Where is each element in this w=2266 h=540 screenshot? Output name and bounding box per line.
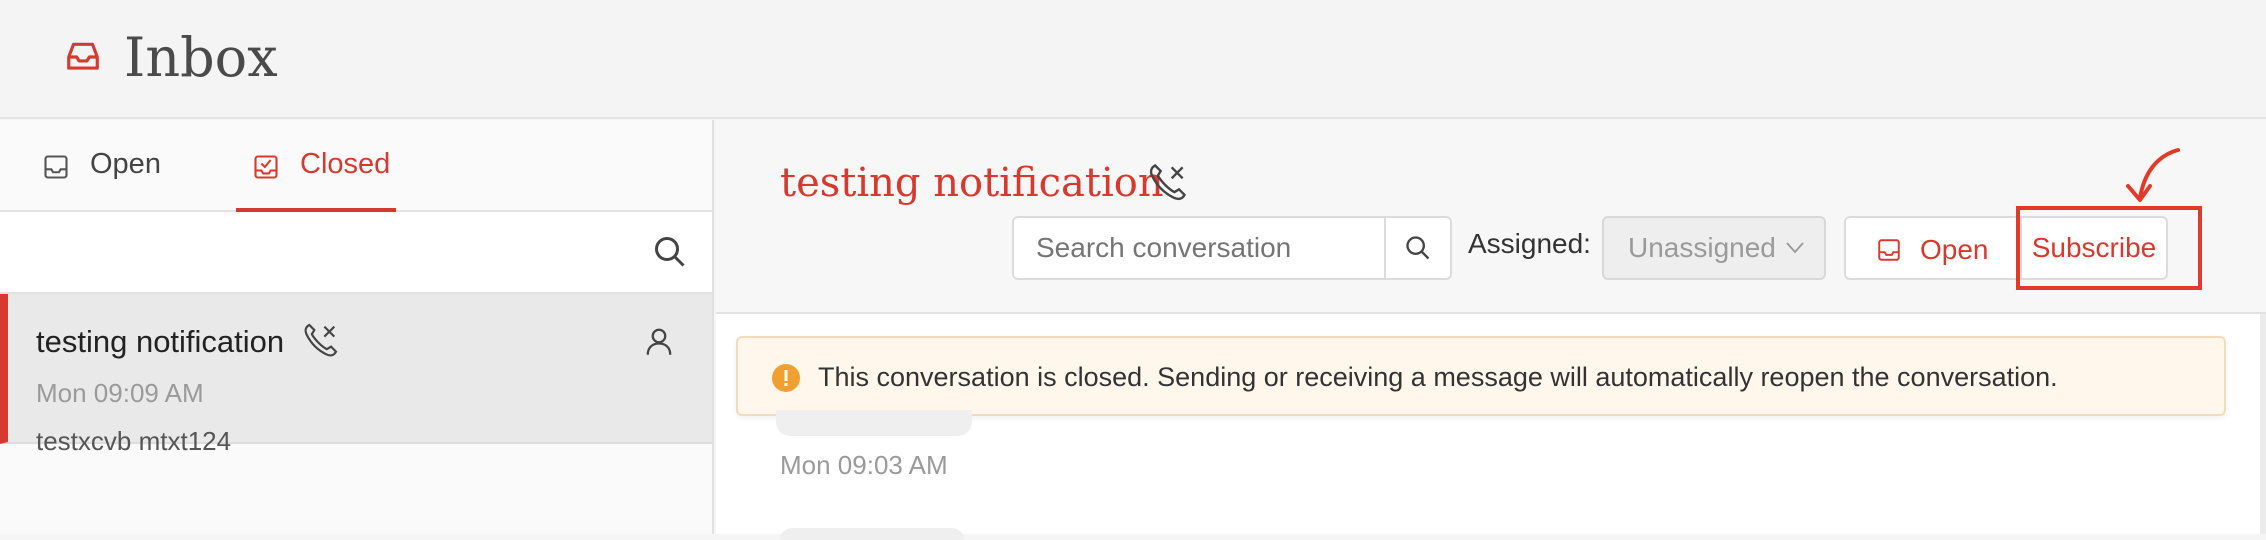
conversation-item-preview: testxcvb mtxt124 [36,426,232,456]
conversation-item-time: Mon 09:09 AM [36,378,204,408]
conversation-title: testing notification [780,160,1164,206]
warning-icon [772,364,800,392]
page-title: Inbox [124,26,278,89]
conversation-sidebar: Open Closed testing notification Mon 09:… [0,120,714,534]
tab-closed[interactable]: Closed [236,148,396,212]
message-bubble [780,528,964,540]
search-button[interactable] [1384,216,1452,280]
checked-tray-icon [254,155,278,179]
top-bar: Inbox [0,0,2266,119]
tab-open[interactable]: Open [42,148,161,212]
search-icon [1406,236,1430,260]
conversation-item-title: testing notification [36,324,285,359]
phone-off-icon [304,323,338,357]
inbox-tray-icon [1878,239,1900,261]
tab-closed-label: Closed [300,148,391,180]
search-conversation-input[interactable] [1012,216,1386,280]
user-icon[interactable] [644,324,674,358]
inbox-icon [67,42,99,70]
annotation-highlight-box [2016,206,2202,290]
conversation-header: testing notification Assigned: Unassigne… [716,120,2266,314]
message-time: Mon 09:03 AM [780,450,948,480]
conversation-panel: testing notification Assigned: Unassigne… [716,120,2266,540]
inbox-tray-icon [44,155,68,179]
open-button[interactable]: Open [1844,216,2022,280]
tab-open-label: Open [90,148,161,180]
message-bubble [776,410,972,436]
assigned-label: Assigned: [1468,228,1591,259]
annotation-arrow-icon [2126,148,2180,202]
closed-notice-banner: This conversation is closed. Sending or … [736,336,2226,416]
phone-off-icon [1149,164,1186,201]
chevron-down-icon [1786,242,1804,254]
banner-text: This conversation is closed. Sending or … [818,362,2058,392]
assignee-value: Unassigned [1628,232,1776,263]
scrollbar[interactable] [2260,314,2266,534]
status-tabs: Open Closed [0,120,712,212]
search-icon[interactable] [652,234,688,270]
list-search-row[interactable] [0,212,712,294]
list-item[interactable]: testing notification Mon 09:09 AM testxc… [0,294,712,456]
assignee-select[interactable]: Unassigned [1602,216,1826,280]
open-button-label: Open [1920,234,1989,265]
